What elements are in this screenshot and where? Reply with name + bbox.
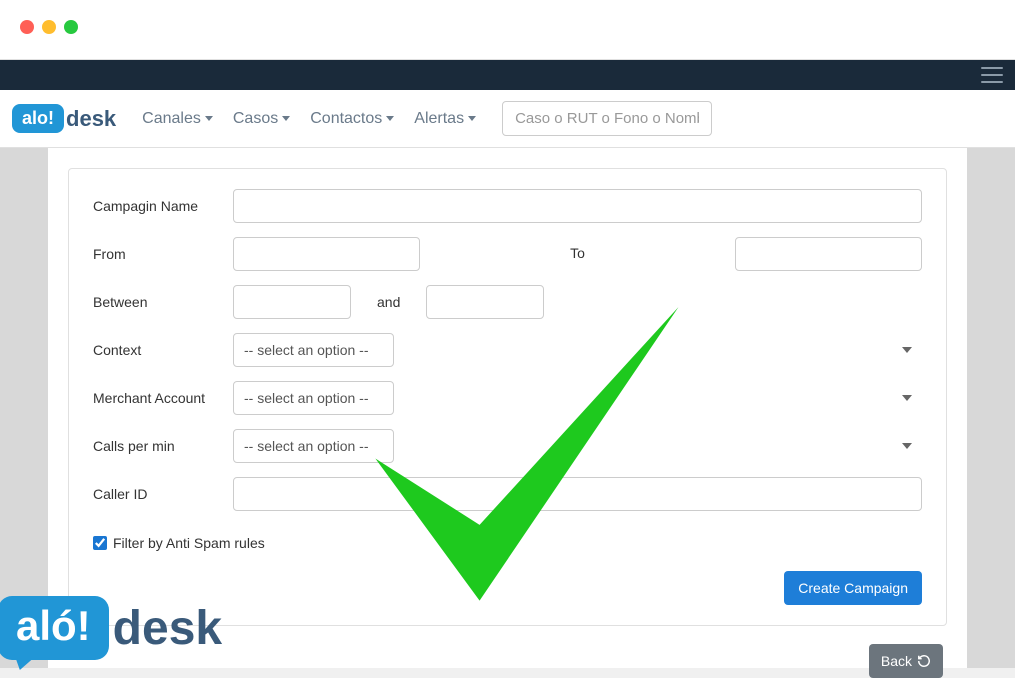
traffic-lights — [20, 20, 78, 34]
undo-icon — [917, 654, 931, 668]
content-background: Campagin Name From To Between and Contex… — [0, 148, 1015, 668]
to-label: To — [570, 245, 585, 261]
caller-id-input[interactable] — [233, 477, 922, 511]
logo[interactable]: alo! desk — [12, 104, 116, 133]
maximize-window-button[interactable] — [64, 20, 78, 34]
between-end-input[interactable] — [426, 285, 544, 319]
big-logo-text: desk — [113, 601, 222, 656]
context-select[interactable]: -- select an option -- — [233, 333, 394, 367]
nav-link-canales[interactable]: Canales — [142, 110, 213, 128]
campaign-form: Campagin Name From To Between and Contex… — [68, 168, 947, 626]
calls-per-min-select[interactable]: -- select an option -- — [233, 429, 394, 463]
big-logo-watermark: aló! desk — [0, 596, 222, 660]
chevron-down-icon — [282, 116, 290, 121]
minimize-window-button[interactable] — [42, 20, 56, 34]
campaign-name-label: Campagin Name — [93, 198, 233, 214]
content-card: Campagin Name From To Between and Contex… — [48, 148, 967, 668]
nav-link-contactos[interactable]: Contactos — [310, 110, 394, 128]
from-label: From — [93, 246, 233, 262]
hamburger-menu-icon[interactable] — [981, 67, 1003, 83]
chevron-down-icon — [386, 116, 394, 121]
between-label: Between — [93, 294, 233, 310]
filter-spam-label: Filter by Anti Spam rules — [113, 535, 265, 551]
nav-link-casos[interactable]: Casos — [233, 110, 290, 128]
from-input[interactable] — [233, 237, 420, 271]
back-button[interactable]: Back — [869, 644, 943, 678]
main-navbar: alo! desk Canales Casos Contactos Alerta… — [0, 90, 1015, 148]
and-label: and — [377, 294, 400, 310]
chevron-down-icon — [205, 116, 213, 121]
to-input[interactable] — [735, 237, 922, 271]
nav-links: Canales Casos Contactos Alertas — [142, 110, 476, 128]
merchant-account-label: Merchant Account — [93, 390, 233, 406]
merchant-account-select[interactable]: -- select an option -- — [233, 381, 394, 415]
context-label: Context — [93, 342, 233, 358]
between-start-input[interactable] — [233, 285, 351, 319]
chevron-down-icon — [468, 116, 476, 121]
logo-bubble: alo! — [12, 104, 64, 133]
top-dark-bar — [0, 60, 1015, 90]
search-input[interactable] — [502, 101, 712, 136]
close-window-button[interactable] — [20, 20, 34, 34]
filter-spam-checkbox[interactable] — [93, 536, 107, 550]
logo-text: desk — [66, 106, 116, 132]
caller-id-label: Caller ID — [93, 486, 233, 502]
create-campaign-button[interactable]: Create Campaign — [784, 571, 922, 605]
window-chrome — [0, 0, 1015, 60]
big-logo-bubble: aló! — [0, 596, 109, 660]
calls-per-min-label: Calls per min — [93, 438, 233, 454]
campaign-name-input[interactable] — [233, 189, 922, 223]
nav-link-alertas[interactable]: Alertas — [414, 110, 476, 128]
